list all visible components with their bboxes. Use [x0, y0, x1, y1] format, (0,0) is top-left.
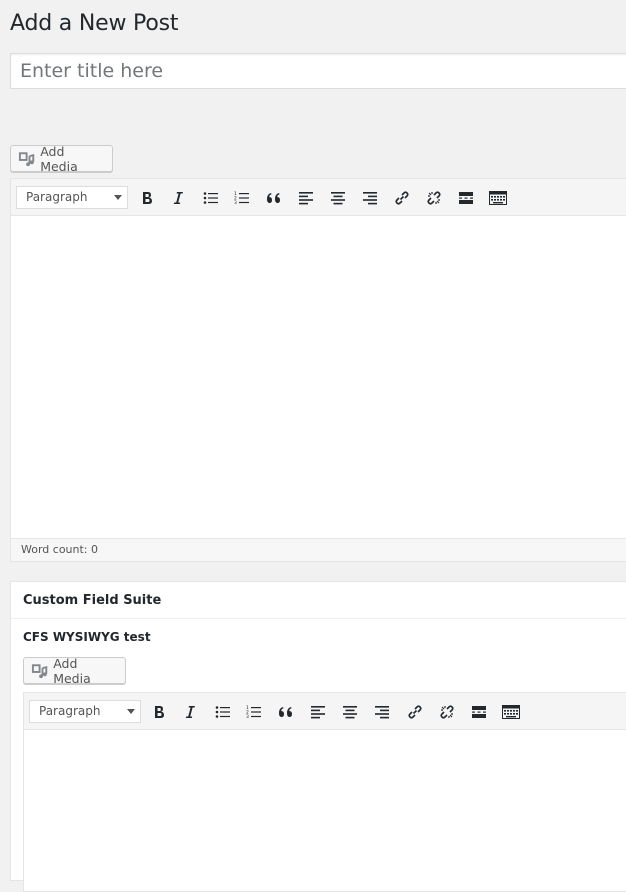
chevron-down-icon [114, 195, 122, 200]
align-left-button[interactable] [295, 187, 317, 209]
insert-link-button[interactable] [391, 187, 413, 209]
read-more-button[interactable] [468, 701, 490, 723]
italic-icon [173, 192, 183, 204]
align-center-button[interactable] [339, 701, 361, 723]
remove-link-button[interactable] [436, 701, 458, 723]
toolbar-toggle-icon [502, 705, 520, 719]
cfs-editor-toolbar: Paragraph 123 [24, 693, 626, 730]
editor-content-area[interactable] [11, 216, 626, 538]
numbered-list-icon: 123 [246, 705, 261, 719]
align-center-button[interactable] [327, 187, 349, 209]
italic-button[interactable] [179, 701, 201, 723]
add-media-button[interactable]: Add Media [10, 143, 113, 174]
align-left-icon [311, 706, 325, 719]
bold-icon [155, 706, 164, 718]
cfs-editor-content-area[interactable] [24, 730, 626, 891]
toolbar-toggle-button[interactable] [500, 701, 522, 723]
numbered-list-icon: 123 [234, 191, 249, 205]
italic-button[interactable] [167, 187, 189, 209]
read-more-icon [472, 706, 486, 718]
numbered-list-button[interactable]: 123 [243, 701, 265, 723]
format-select-value: Paragraph [26, 190, 88, 204]
numbered-list-button[interactable]: 123 [231, 187, 253, 209]
bold-button[interactable] [148, 701, 170, 723]
align-left-button[interactable] [307, 701, 329, 723]
cfs-box-title[interactable]: Custom Field Suite [11, 582, 626, 619]
word-count: Word count: 0 [11, 538, 626, 561]
link-icon [395, 191, 409, 205]
cfs-editor: Paragraph 123 [23, 692, 626, 892]
format-select[interactable]: Paragraph [16, 186, 128, 209]
cfs-add-media-button[interactable]: Add Media [23, 655, 126, 686]
add-media-label: Add Media [40, 143, 78, 174]
remove-link-button[interactable] [423, 187, 445, 209]
link-icon [408, 705, 422, 719]
unlink-icon [427, 191, 441, 205]
toolbar-toggle-icon [489, 191, 507, 205]
align-center-icon [331, 192, 345, 205]
cfs-field-label: CFS WYSIWYG test [23, 630, 151, 644]
insert-link-button[interactable] [404, 701, 426, 723]
media-icon [31, 663, 48, 678]
svg-text:3: 3 [234, 200, 237, 205]
align-center-icon [343, 706, 357, 719]
blockquote-icon [279, 707, 292, 717]
toolbar-toggle-button[interactable] [487, 187, 509, 209]
add-media-label: Add Media [53, 655, 91, 686]
unlink-icon [440, 705, 454, 719]
chevron-down-icon [127, 709, 135, 714]
editor-toolbar: Paragraph 123 [11, 179, 626, 216]
align-right-icon [363, 192, 377, 205]
blockquote-icon [267, 193, 280, 203]
bulleted-list-button[interactable] [200, 187, 222, 209]
bold-icon [143, 192, 152, 204]
post-title-input[interactable] [10, 53, 626, 89]
page-title: Add a New Post [10, 11, 179, 36]
blockquote-button[interactable] [275, 701, 297, 723]
cfs-format-select[interactable]: Paragraph [29, 700, 141, 723]
main-editor: Paragraph 123 Word count: 0 [10, 178, 626, 562]
read-more-icon [459, 192, 473, 204]
align-right-button[interactable] [359, 187, 381, 209]
align-left-icon [299, 192, 313, 205]
bulleted-list-icon [203, 192, 218, 204]
custom-field-suite-box: Custom Field Suite CFS WYSIWYG test Add … [10, 581, 626, 892]
align-right-icon [375, 706, 389, 719]
italic-icon [185, 706, 195, 718]
svg-text:3: 3 [246, 714, 249, 719]
blockquote-button[interactable] [263, 187, 285, 209]
read-more-button[interactable] [455, 187, 477, 209]
align-right-button[interactable] [371, 701, 393, 723]
bulleted-list-button[interactable] [212, 701, 234, 723]
format-select-value: Paragraph [39, 704, 101, 718]
bold-button[interactable] [136, 187, 158, 209]
media-icon [18, 151, 35, 166]
bulleted-list-icon [215, 706, 230, 718]
